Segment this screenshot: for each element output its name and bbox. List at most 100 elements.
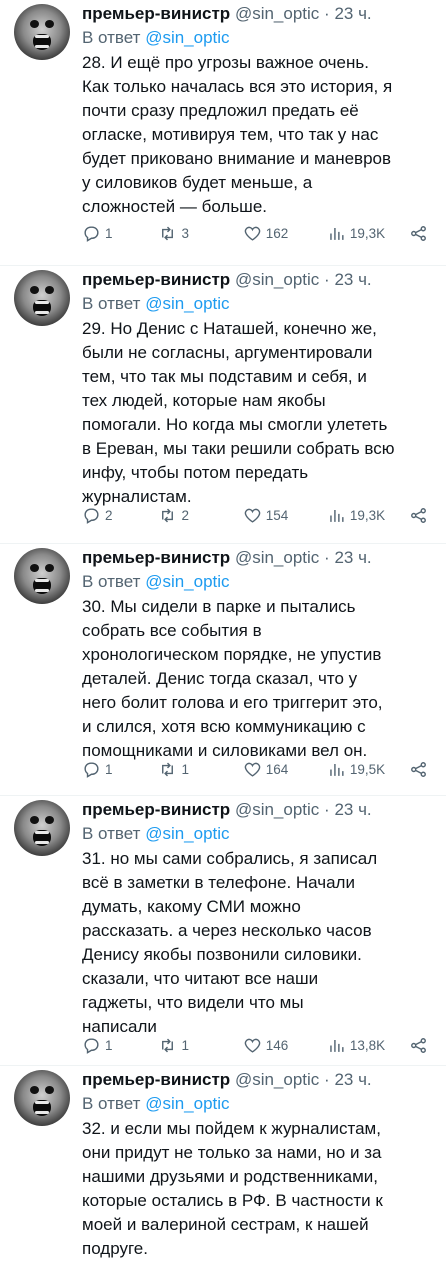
avatar[interactable] (14, 548, 70, 604)
views-button[interactable]: 19,3K (327, 224, 409, 243)
reply-context: В ответ @sin_optic (82, 1092, 438, 1116)
like-button[interactable]: 146 (243, 1036, 327, 1055)
action-bar: 2 2 154 19,3K (82, 504, 432, 526)
views-chart-icon (330, 1039, 344, 1052)
reply-icon (84, 225, 99, 242)
retweet-count: 1 (181, 761, 189, 777)
timestamp[interactable]: 23 ч. (334, 548, 371, 567)
reply-count: 1 (105, 761, 113, 777)
tweet[interactable]: премьер-винистр @sin_optic · 23 ч. В отв… (0, 796, 446, 1066)
author-name[interactable]: премьер-винистр (82, 270, 230, 289)
reply-context: В ответ @sin_optic (82, 570, 438, 594)
timestamp[interactable]: 23 ч. (334, 4, 371, 23)
reply-button[interactable]: 1 (82, 760, 150, 779)
separator: · (324, 800, 330, 819)
author-handle[interactable]: @sin_optic (235, 548, 319, 567)
reply-prefix: В ответ (82, 1094, 141, 1113)
tweet-text: 28. И ещё про угрозы важное очень. Как т… (82, 53, 393, 216)
separator: · (324, 4, 330, 23)
reply-prefix: В ответ (82, 28, 141, 47)
timestamp[interactable]: 23 ч. (334, 270, 371, 289)
tweet[interactable]: премьер-винистр @sin_optic · 23 ч. В отв… (0, 0, 446, 266)
share-icon (411, 507, 426, 523)
author-handle[interactable]: @sin_optic (235, 800, 319, 819)
author-name[interactable]: премьер-винистр (82, 4, 230, 23)
avatar[interactable] (14, 1070, 70, 1126)
reply-mention-link[interactable]: @sin_optic (145, 28, 229, 47)
retweet-icon (162, 762, 174, 776)
reply-button[interactable]: 1 (82, 1036, 150, 1055)
views-button[interactable]: 19,5K (327, 760, 409, 779)
reply-button[interactable]: 2 (82, 506, 150, 525)
tweet-header: премьер-винистр @sin_optic · 23 ч. (82, 2, 438, 26)
avatar[interactable] (14, 4, 70, 60)
separator: · (324, 548, 330, 567)
views-chart-icon (330, 227, 344, 240)
retweet-icon (162, 226, 174, 240)
share-icon (411, 1037, 426, 1053)
reply-count: 2 (105, 507, 113, 523)
tweet[interactable]: премьер-винистр @sin_optic · 23 ч. В отв… (0, 544, 446, 796)
like-count: 154 (265, 507, 289, 523)
share-icon (411, 225, 426, 241)
views-count: 19,3K (349, 225, 386, 241)
author-name[interactable]: премьер-винистр (82, 548, 230, 567)
heart-icon (244, 226, 260, 241)
reply-context: В ответ @sin_optic (82, 26, 438, 50)
author-name[interactable]: премьер-винистр (82, 800, 230, 819)
reply-icon (84, 507, 99, 524)
share-button[interactable] (409, 760, 432, 779)
reply-icon (84, 1037, 99, 1054)
views-count: 19,3K (349, 507, 386, 523)
action-bar: 1 1 146 13,8K (82, 1034, 432, 1056)
like-button[interactable]: 154 (243, 506, 327, 525)
avatar[interactable] (14, 270, 70, 326)
reply-context: В ответ @sin_optic (82, 822, 438, 846)
action-bar: 1 1 164 19,5K (82, 758, 432, 780)
reply-mention-link[interactable]: @sin_optic (145, 294, 229, 313)
retweet-button[interactable]: 2 (158, 506, 238, 525)
heart-icon (244, 508, 260, 523)
retweet-button[interactable]: 3 (158, 224, 238, 243)
retweet-button[interactable]: 1 (158, 1036, 238, 1055)
author-name[interactable]: премьер-винистр (82, 1070, 230, 1089)
retweet-count: 3 (181, 225, 189, 241)
separator: · (324, 270, 330, 289)
retweet-icon (162, 508, 174, 522)
share-icon (411, 761, 426, 777)
retweet-button[interactable]: 1 (158, 760, 238, 779)
reply-button[interactable]: 1 (82, 224, 150, 243)
like-button[interactable]: 162 (243, 224, 327, 243)
tweet-header: премьер-винистр @sin_optic · 23 ч. (82, 798, 438, 822)
avatar[interactable] (14, 800, 70, 856)
tweet[interactable]: премьер-винистр @sin_optic · 23 ч. В отв… (0, 266, 446, 544)
reply-mention-link[interactable]: @sin_optic (145, 1094, 229, 1113)
like-count: 162 (265, 225, 289, 241)
tweet-text: 31. но мы сами собрались, я записал всё … (82, 849, 378, 1036)
reply-context: В ответ @sin_optic (82, 292, 438, 316)
separator: · (324, 1070, 330, 1089)
views-button[interactable]: 19,3K (327, 506, 409, 525)
retweet-count: 2 (181, 507, 189, 523)
like-button[interactable]: 164 (243, 760, 327, 779)
tweet-text: 32. и если мы пойдем к журналистам, они … (82, 1119, 383, 1258)
views-button[interactable]: 13,8K (327, 1036, 409, 1055)
author-handle[interactable]: @sin_optic (235, 1070, 319, 1089)
author-handle[interactable]: @sin_optic (235, 270, 319, 289)
action-bar: 1 3 162 19,3K (82, 222, 432, 244)
reply-mention-link[interactable]: @sin_optic (145, 824, 229, 843)
reply-count: 1 (105, 1037, 113, 1053)
tweet[interactable]: премьер-винистр @sin_optic · 23 ч. В отв… (0, 1066, 446, 1280)
share-button[interactable] (409, 1036, 432, 1055)
tweet-text: 29. Но Денис с Наташей, конечно же, были… (82, 319, 395, 506)
like-count: 164 (265, 761, 289, 777)
share-button[interactable] (409, 506, 432, 525)
views-count: 19,5K (349, 761, 386, 777)
tweet-header: премьер-винистр @sin_optic · 23 ч. (82, 1068, 438, 1092)
share-button[interactable] (409, 224, 432, 243)
reply-mention-link[interactable]: @sin_optic (145, 572, 229, 591)
author-handle[interactable]: @sin_optic (235, 4, 319, 23)
timestamp[interactable]: 23 ч. (334, 1070, 371, 1089)
timestamp[interactable]: 23 ч. (334, 800, 371, 819)
heart-icon (244, 762, 260, 777)
